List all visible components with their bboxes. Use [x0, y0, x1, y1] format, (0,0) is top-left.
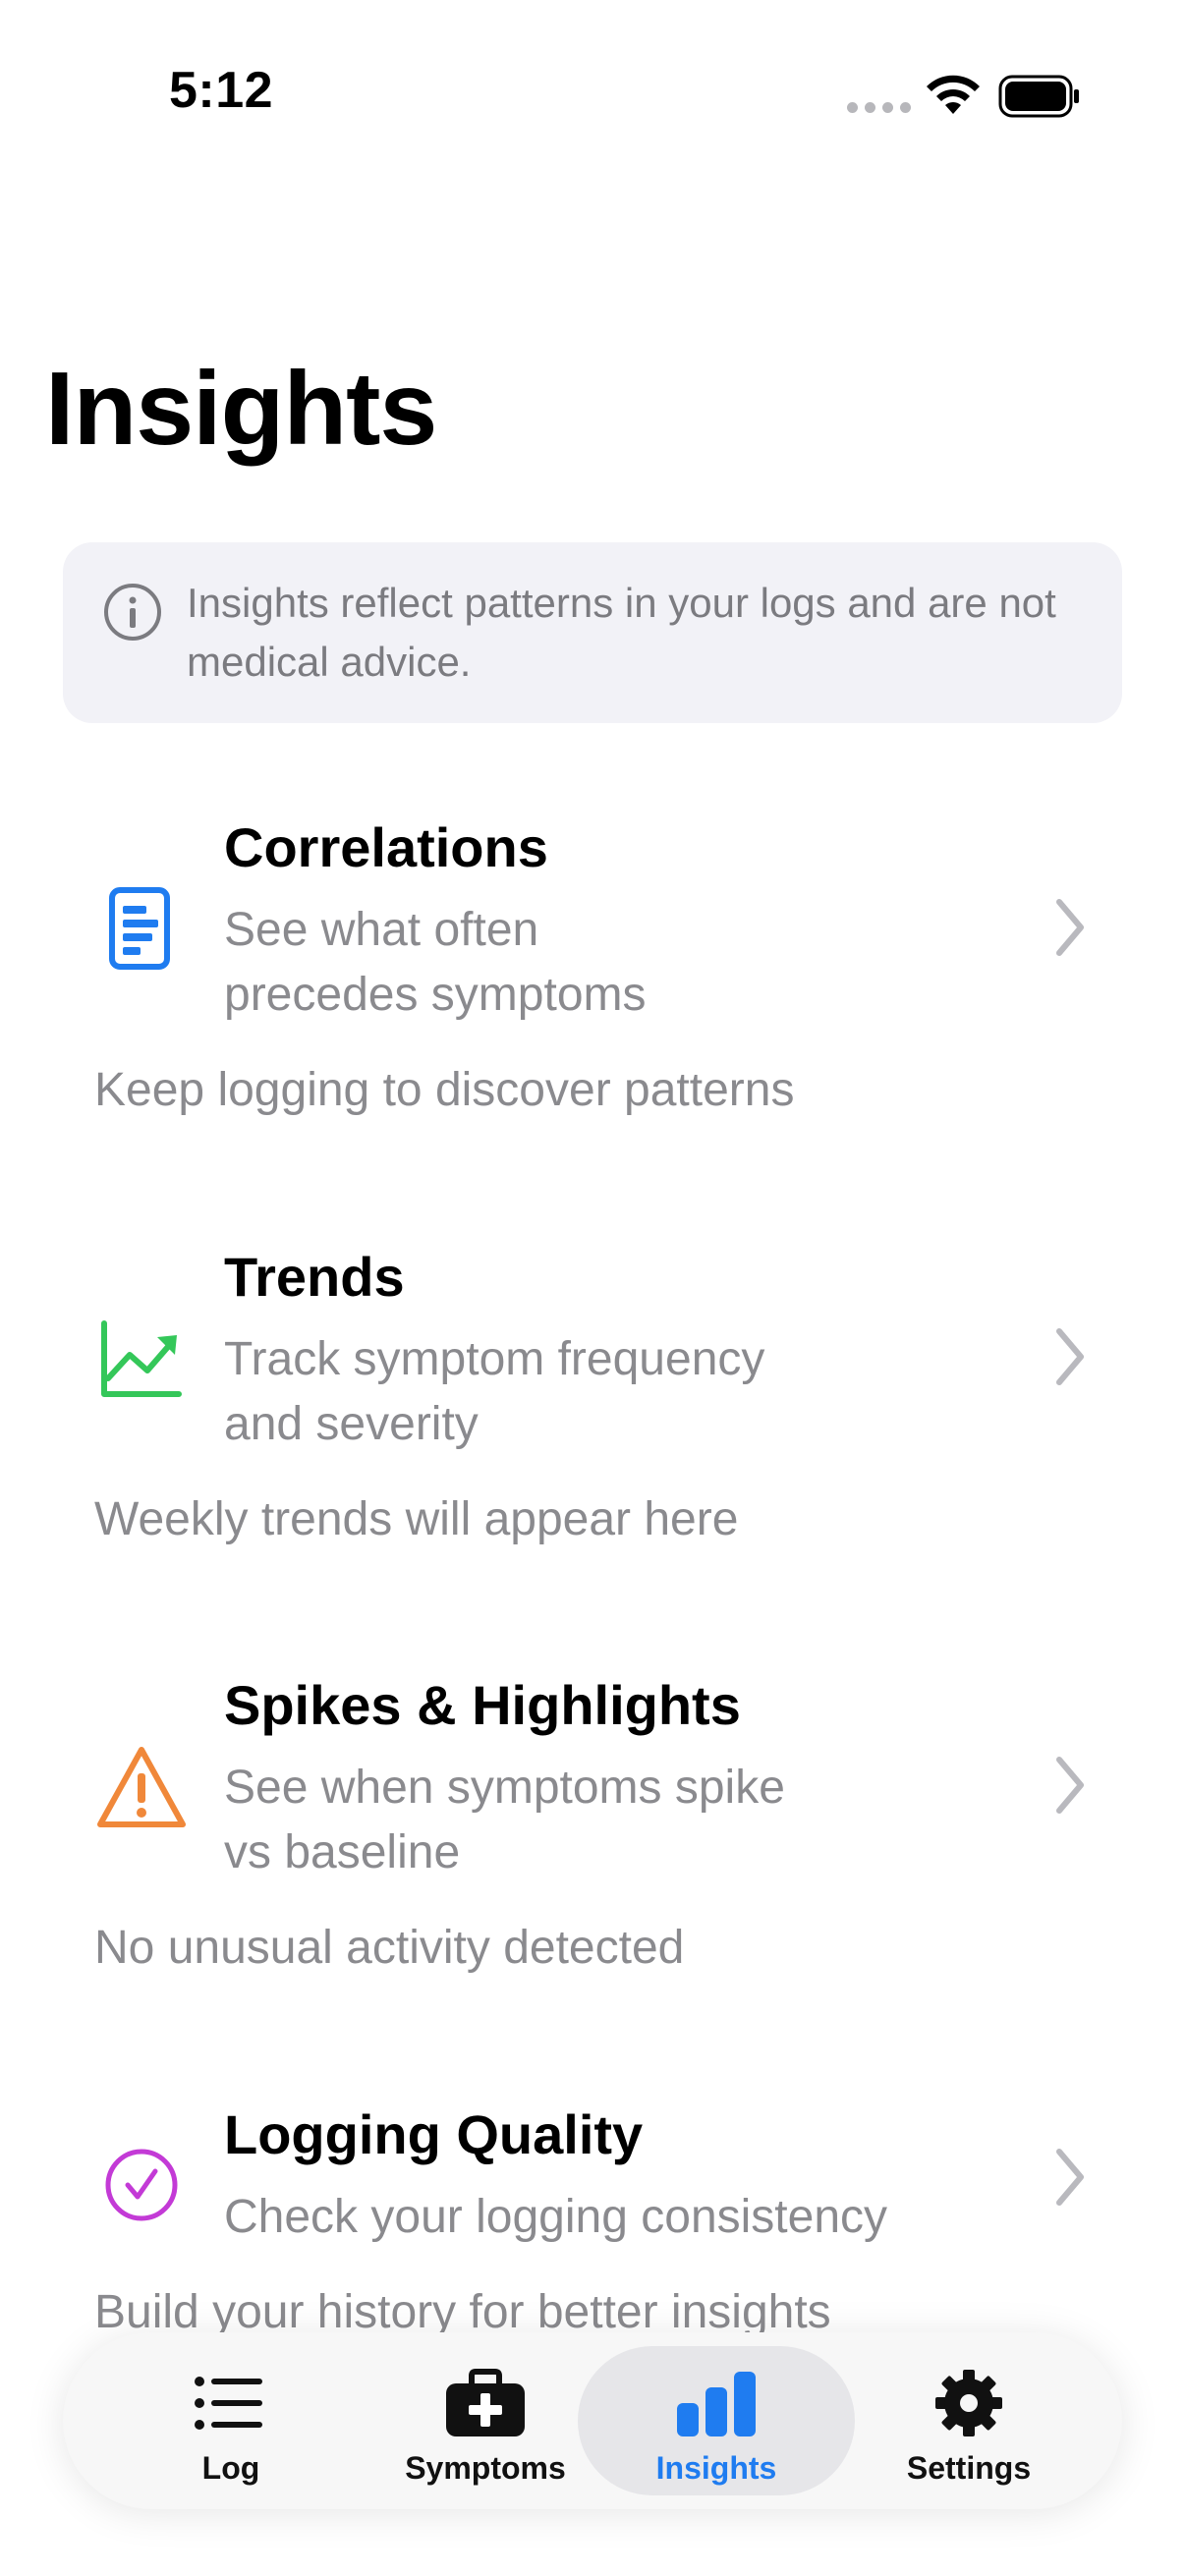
tab-log[interactable]: Log: [92, 2346, 369, 2495]
card-subtitle-line-2: and severity: [224, 1398, 479, 1450]
chevron-right-icon: [1056, 2149, 1084, 2206]
card-subtitle-line-1: See when symptoms spike: [224, 1762, 785, 1814]
card-subtitle-line-1: See what often: [224, 904, 539, 956]
document-chart-icon: [109, 887, 170, 970]
wifi-icon: [927, 75, 980, 114]
status-bar: 5:12: [0, 0, 1185, 196]
trends-card[interactable]: Trends Track symptom frequency and sever…: [0, 1245, 1185, 1569]
cellular-signal-icon: [847, 102, 911, 113]
card-subtitle-line-1: Check your logging consistency: [224, 2191, 888, 2243]
medical-kit-icon: [446, 2369, 525, 2436]
chevron-right-icon: [1056, 899, 1084, 956]
spikes-highlights-card[interactable]: Spikes & Highlights See when symptoms sp…: [0, 1673, 1185, 1997]
card-title: Trends: [224, 1246, 405, 1308]
tab-bar: Log Symptoms Insights Settings: [63, 2332, 1122, 2509]
card-subtitle: See when symptoms spike vs baseline: [224, 1756, 785, 1885]
card-title: Logging Quality: [224, 2103, 644, 2165]
battery-icon: [998, 75, 1079, 118]
card-title: Correlations: [224, 816, 548, 878]
card-subtitle: Check your logging consistency: [224, 2185, 887, 2250]
card-subtitle: See what often precedes symptoms: [224, 898, 647, 1028]
tab-label: Settings: [906, 2450, 1032, 2486]
notice-text: Insights reflect patterns in your logs a…: [187, 580, 1056, 685]
card-note: Weekly trends will appear here: [94, 1493, 739, 1545]
card-subtitle-line-2: vs baseline: [224, 1826, 461, 1878]
card-subtitle: Track symptom frequency and severity: [224, 1327, 764, 1457]
chevron-right-icon: [1056, 1757, 1084, 1814]
card-subtitle-line-1: Track symptom frequency: [224, 1333, 765, 1385]
warning-triangle-icon: [97, 1747, 186, 1827]
tab-label: Insights: [655, 2450, 777, 2486]
list-icon: [195, 2377, 262, 2430]
card-subtitle-line-2: precedes symptoms: [224, 969, 647, 1021]
bar-chart-icon: [677, 2372, 756, 2436]
tab-insights[interactable]: Insights: [578, 2346, 855, 2495]
page-title: Insights: [45, 351, 437, 467]
card-note: No unusual activity detected: [94, 1922, 685, 1974]
card-title: Spikes & Highlights: [224, 1674, 741, 1736]
card-note: Keep logging to discover patterns: [94, 1064, 795, 1116]
correlations-card[interactable]: Correlations See what often precedes sym…: [0, 815, 1185, 1140]
gear-icon: [935, 2370, 1002, 2436]
checkmark-circle-icon: [105, 2149, 178, 2221]
tab-label: Log: [201, 2450, 260, 2486]
logging-quality-card[interactable]: Logging Quality Check your logging consi…: [0, 2102, 1185, 2358]
chevron-right-icon: [1056, 1328, 1084, 1385]
trend-up-icon: [101, 1320, 182, 1397]
card-note: Build your history for better insights: [94, 2286, 831, 2338]
disclaimer-notice: Insights reflect patterns in your logs a…: [63, 542, 1122, 723]
tab-settings[interactable]: Settings: [830, 2346, 1107, 2495]
status-time: 5:12: [169, 62, 274, 119]
info-icon: [104, 584, 161, 641]
